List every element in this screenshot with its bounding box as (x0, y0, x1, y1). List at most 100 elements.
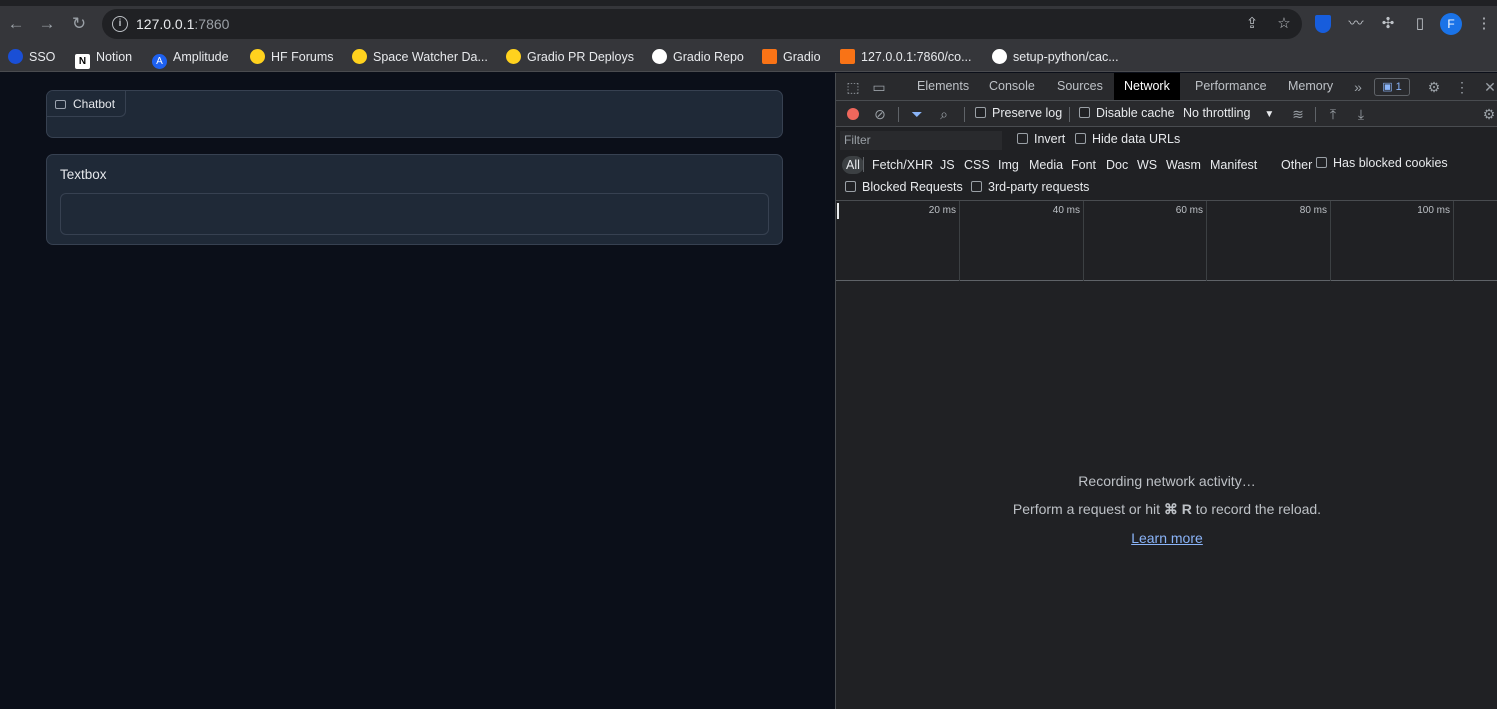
profile-avatar[interactable]: F (1440, 13, 1462, 35)
browser-toolbar: ← → ↻ i 127.0.0.1:7860 ⇪ ☆ 〰 ✣ ▯ F ⋮ (0, 0, 1497, 42)
bitwarden-icon[interactable] (1315, 15, 1331, 33)
divider (1069, 107, 1070, 122)
filter-row: Filter Invert Hide data URLs (836, 127, 1497, 153)
preserve-log-checkbox[interactable]: Preserve log (975, 106, 1062, 120)
extension-bird-icon[interactable]: 〰 (1344, 12, 1368, 36)
import-har-icon[interactable]: ⤒ (1323, 104, 1343, 124)
bookmark-localhost[interactable]: 127.0.0.1:7860/co... (840, 48, 972, 66)
textbox-panel: Textbox (46, 154, 783, 245)
back-arrow-icon[interactable]: ← (4, 12, 28, 36)
type-filter-fetch-xhr[interactable]: Fetch/XHR (868, 156, 937, 174)
type-filter-manifest[interactable]: Manifest (1206, 156, 1261, 174)
search-icon[interactable]: ⌕ (934, 104, 954, 124)
hugging-face-icon (506, 49, 521, 64)
bookmark-hf-forums[interactable]: HF Forums (250, 48, 334, 66)
network-settings-gear-icon[interactable]: ⚙ (1479, 104, 1497, 124)
learn-more-link[interactable]: Learn more (1131, 530, 1203, 546)
network-conditions-icon[interactable]: ≋ (1288, 104, 1308, 124)
filter-icon[interactable]: ⏷ (907, 104, 927, 124)
kebab-menu-icon[interactable]: ⋮ (1452, 77, 1472, 97)
url-text[interactable]: 127.0.0.1:7860 (136, 16, 229, 32)
record-button[interactable] (847, 108, 859, 120)
type-filter-ws[interactable]: WS (1133, 156, 1161, 174)
tab-elements[interactable]: Elements (907, 73, 979, 100)
gradio-icon (762, 49, 777, 64)
reload-hint-text: Perform a request or hit ⌘ R to record t… (1012, 501, 1322, 517)
checkbox-icon (845, 181, 856, 192)
chat-bubble-icon (55, 100, 66, 109)
issues-badge[interactable]: ▣ 1 (1374, 78, 1410, 96)
bookmark-gradio-repo[interactable]: Gradio Repo (652, 48, 744, 66)
settings-gear-icon[interactable]: ⚙ (1424, 77, 1444, 97)
puzzle-icon[interactable]: ✣ (1376, 12, 1400, 36)
dropdown-arrow-icon: ▼ (1264, 109, 1275, 120)
tab-memory[interactable]: Memory (1278, 73, 1343, 100)
textbox-input[interactable] (60, 193, 769, 235)
divider (1315, 107, 1316, 122)
invert-checkbox[interactable]: Invert (1017, 132, 1065, 146)
filter-input[interactable]: Filter (840, 131, 1002, 150)
tab-performance[interactable]: Performance (1185, 73, 1277, 100)
export-har-icon[interactable]: ⤓ (1351, 104, 1371, 124)
type-filter-wasm[interactable]: Wasm (1162, 156, 1205, 174)
checkbox-icon (1075, 133, 1086, 144)
bookmark-gradio[interactable]: Gradio (762, 48, 821, 66)
network-toolbar: ⊘ ⏷ ⌕ Preserve log Disable cache No thro… (836, 101, 1497, 127)
sso-icon (8, 49, 23, 64)
github-icon (992, 49, 1007, 64)
bookmark-space-watcher[interactable]: Space Watcher Da... (352, 48, 488, 66)
github-icon (652, 49, 667, 64)
star-icon[interactable]: ☆ (1272, 12, 1296, 36)
devtools-panel: ⬚ ▭ Elements Console Sources Network Per… (835, 73, 1497, 709)
third-party-requests-checkbox[interactable]: 3rd-party requests (971, 180, 1089, 194)
timeline-tick: 60 ms (1084, 201, 1207, 281)
site-info-icon[interactable]: i (112, 16, 128, 32)
throttling-select[interactable]: No throttling ▼ (1183, 106, 1274, 120)
type-filter-font[interactable]: Font (1067, 156, 1100, 174)
amplitude-icon: A (152, 54, 167, 69)
more-tabs-icon[interactable]: » (1348, 77, 1368, 97)
bookmark-setup-python[interactable]: setup-python/cac... (992, 48, 1119, 66)
type-filter-js[interactable]: JS (936, 156, 959, 174)
type-filter-media[interactable]: Media (1025, 156, 1067, 174)
close-icon[interactable]: ✕ (1480, 77, 1497, 97)
bookmark-notion[interactable]: N Notion (75, 48, 132, 69)
notion-icon: N (75, 54, 90, 69)
type-filter-doc[interactable]: Doc (1102, 156, 1132, 174)
gradio-icon (840, 49, 855, 64)
blocked-requests-checkbox[interactable]: Blocked Requests (845, 180, 963, 194)
hugging-face-icon (250, 49, 265, 64)
kebab-menu-icon[interactable]: ⋮ (1472, 12, 1496, 36)
tab-network[interactable]: Network (1114, 73, 1180, 100)
blocked-filters-row: Blocked Requests 3rd-party requests (836, 177, 1497, 201)
type-filter-all[interactable]: All (842, 156, 864, 174)
hide-data-urls-checkbox[interactable]: Hide data URLs (1075, 132, 1180, 146)
bookmark-amplitude[interactable]: A Amplitude (152, 48, 229, 69)
bookmark-gradio-pr-deploys[interactable]: Gradio PR Deploys (506, 48, 634, 66)
has-blocked-cookies-checkbox[interactable]: Has blocked cookies (1316, 156, 1448, 170)
side-panel-icon[interactable]: ▯ (1408, 12, 1432, 36)
disable-cache-checkbox[interactable]: Disable cache (1079, 106, 1175, 120)
address-bar[interactable]: i 127.0.0.1:7860 (102, 9, 1302, 39)
share-icon[interactable]: ⇪ (1240, 12, 1264, 36)
checkbox-icon (1079, 107, 1090, 118)
device-toolbar-icon[interactable]: ▭ (869, 77, 889, 97)
divider (863, 157, 864, 172)
type-filter-css[interactable]: CSS (960, 156, 994, 174)
timeline-tick: 100 ms (1331, 201, 1454, 281)
clear-icon[interactable]: ⊘ (870, 104, 890, 124)
recording-status-text: Recording network activity… (1078, 473, 1256, 489)
type-filter-other[interactable]: Other (1277, 156, 1316, 174)
reload-icon[interactable]: ↻ (67, 12, 91, 36)
inspect-element-icon[interactable]: ⬚ (843, 77, 863, 97)
bookmarks-bar: SSO N Notion A Amplitude HF Forums Space W… (0, 42, 1497, 72)
forward-arrow-icon[interactable]: → (35, 12, 59, 36)
tab-sources[interactable]: Sources (1047, 73, 1113, 100)
gradio-app: Chatbot Textbox (0, 73, 836, 709)
hugging-face-icon (352, 49, 367, 64)
tab-console[interactable]: Console (979, 73, 1045, 100)
type-filter-img[interactable]: Img (994, 156, 1023, 174)
network-timeline-overview[interactable]: 20 ms 40 ms 60 ms 80 ms 100 ms (836, 201, 1497, 281)
bookmark-sso[interactable]: SSO (8, 48, 55, 66)
checkbox-icon (1017, 133, 1028, 144)
